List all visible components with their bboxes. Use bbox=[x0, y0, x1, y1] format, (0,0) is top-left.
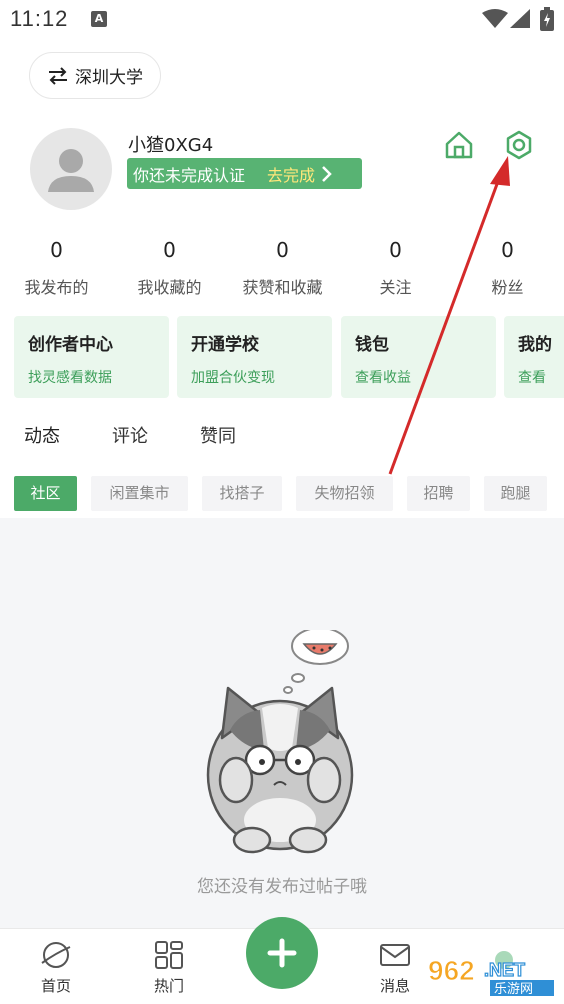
mail-icon bbox=[380, 944, 410, 966]
stat-value: 0 bbox=[163, 238, 176, 262]
wifi-icon bbox=[482, 9, 508, 28]
notification-icon: A bbox=[91, 11, 107, 27]
stat-value: 0 bbox=[389, 238, 402, 262]
stat-favorites[interactable]: 0 我收藏的 bbox=[113, 236, 226, 298]
status-time: 11:12 bbox=[10, 6, 69, 31]
chip-market[interactable]: 闲置集市 bbox=[91, 476, 188, 511]
chip-errands[interactable]: 跑腿 bbox=[484, 476, 547, 511]
posts-area: 您还没有发布过帖子哦 bbox=[0, 518, 564, 928]
plus-icon bbox=[267, 938, 297, 968]
post-button[interactable] bbox=[246, 917, 318, 989]
stat-following[interactable]: 0 关注 bbox=[339, 236, 452, 298]
card-title: 我的 bbox=[518, 335, 552, 355]
settings-icon[interactable] bbox=[504, 130, 534, 160]
card-wallet[interactable]: 钱包 查看收益 bbox=[341, 316, 496, 398]
card-creator-center[interactable]: 创作者中心 找灵感看数据 bbox=[14, 316, 169, 398]
card-mine[interactable]: 我的 查看 bbox=[504, 316, 564, 398]
card-open-school[interactable]: 开通学校 加盟合伙变现 bbox=[177, 316, 332, 398]
stats-row: 0 我发布的 0 我收藏的 0 获赞和收藏 0 关注 0 粉丝 bbox=[0, 236, 564, 302]
verify-text: 你还未完成认证 bbox=[133, 165, 246, 185]
stat-followers[interactable]: 0 粉丝 bbox=[451, 236, 564, 298]
stat-label: 粉丝 bbox=[491, 278, 524, 297]
stat-posts[interactable]: 0 我发布的 bbox=[0, 236, 113, 298]
stat-value: 0 bbox=[276, 238, 289, 262]
card-subtitle: 找灵感看数据 bbox=[28, 370, 112, 386]
nav-messages[interactable]: 消息 bbox=[355, 939, 435, 996]
content-tabs: 动态 评论 赞同 bbox=[0, 418, 564, 458]
svg-text:.NET: .NET bbox=[484, 960, 525, 980]
tab-likes[interactable]: 赞同 bbox=[200, 422, 236, 448]
chip-jobs[interactable]: 招聘 bbox=[407, 476, 470, 511]
chip-lost-found[interactable]: 失物招领 bbox=[296, 476, 393, 511]
tab-dynamic[interactable]: 动态 bbox=[24, 422, 60, 448]
card-subtitle: 查看收益 bbox=[355, 370, 411, 386]
stat-value: 0 bbox=[501, 238, 514, 262]
stat-label: 关注 bbox=[379, 278, 412, 297]
battery-icon bbox=[540, 7, 554, 31]
stat-label: 获赞和收藏 bbox=[242, 278, 323, 297]
school-name: 深圳大学 bbox=[75, 68, 143, 88]
card-subtitle: 查看 bbox=[518, 370, 546, 386]
user-icon bbox=[48, 149, 94, 192]
home-icon[interactable] bbox=[444, 130, 474, 160]
swap-icon bbox=[49, 66, 67, 85]
stat-label: 我收藏的 bbox=[137, 278, 202, 297]
nav-home[interactable]: 首页 bbox=[16, 939, 96, 996]
school-switch-button[interactable]: 深圳大学 bbox=[29, 52, 161, 99]
signal-icon bbox=[510, 9, 530, 28]
nav-label: 消息 bbox=[379, 977, 410, 995]
card-title: 钱包 bbox=[355, 335, 389, 355]
nav-label: 热门 bbox=[153, 977, 184, 995]
empty-state-message: 您还没有发布过帖子哦 bbox=[197, 877, 367, 897]
stat-likes[interactable]: 0 获赞和收藏 bbox=[226, 236, 339, 298]
tab-comments[interactable]: 评论 bbox=[112, 422, 148, 448]
grid-icon bbox=[155, 941, 183, 969]
username: 小猹0XG4 bbox=[128, 135, 214, 156]
chevron-right-icon bbox=[322, 165, 332, 182]
svg-text:乐游网: 乐游网 bbox=[494, 982, 533, 997]
stat-value: 0 bbox=[50, 238, 63, 262]
card-title: 创作者中心 bbox=[28, 335, 113, 355]
nav-label: 首页 bbox=[40, 977, 71, 995]
verify-action: 去完成 bbox=[267, 165, 316, 185]
site-watermark-logo: 962 .NET 乐游网 bbox=[428, 951, 554, 997]
status-bar: 11:12 A bbox=[0, 0, 564, 40]
verify-banner[interactable]: 你还未完成认证 去完成 bbox=[127, 158, 362, 189]
nav-hot[interactable]: 热门 bbox=[129, 939, 209, 996]
category-chips: 社区 闲置集市 找搭子 失物招领 招聘 跑腿 bbox=[0, 476, 564, 512]
chip-partner[interactable]: 找搭子 bbox=[202, 476, 282, 511]
stat-label: 我发布的 bbox=[24, 278, 89, 297]
chip-community[interactable]: 社区 bbox=[14, 476, 77, 511]
planet-icon bbox=[41, 942, 71, 968]
card-title: 开通学校 bbox=[191, 335, 259, 355]
empty-cat-illustration bbox=[206, 630, 354, 854]
svg-text:962: 962 bbox=[428, 955, 475, 986]
card-subtitle: 加盟合伙变现 bbox=[191, 370, 275, 386]
avatar[interactable] bbox=[30, 128, 112, 210]
feature-cards: 创作者中心 找灵感看数据 开通学校 加盟合伙变现 钱包 查看收益 我的 查看 bbox=[14, 316, 564, 398]
